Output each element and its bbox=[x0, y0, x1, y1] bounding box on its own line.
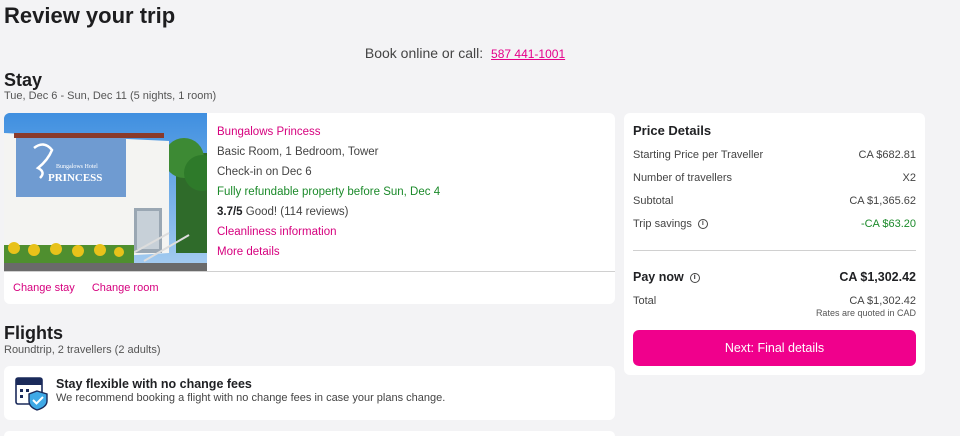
sign-text-large: PRINCESS bbox=[48, 172, 102, 184]
flights-title: Flights bbox=[4, 323, 63, 343]
pay-now-row: Pay now i CA $1,302.42 bbox=[633, 270, 916, 284]
change-room-link[interactable]: Change room bbox=[92, 282, 159, 294]
price-row-label: Number of travellers bbox=[633, 172, 733, 184]
rates-note: Rates are quoted in CAD bbox=[815, 308, 916, 318]
price-row-per-traveller: Starting Price per Traveller CA $682.81 bbox=[633, 149, 916, 161]
sign-text-small: Bungalows Hotel bbox=[56, 164, 98, 170]
price-row-label: Starting Price per Traveller bbox=[633, 149, 764, 161]
next-final-details-button[interactable]: Next: Final details bbox=[633, 330, 916, 366]
price-row-savings: Trip savings i -CA $63.20 bbox=[633, 218, 916, 230]
cleanliness-link[interactable]: Cleanliness information bbox=[217, 222, 440, 242]
price-row-value: CA $1,365.62 bbox=[849, 195, 916, 207]
calendar-shield-icon bbox=[15, 377, 48, 411]
hotel-actions: Change stay Change room bbox=[13, 282, 172, 294]
phone-link[interactable]: 587 441-1001 bbox=[491, 47, 565, 61]
info-icon[interactable]: i bbox=[689, 272, 700, 283]
savings-value: -CA $63.20 bbox=[860, 218, 916, 230]
pay-now-label: Pay now bbox=[633, 270, 684, 284]
price-row-label: Trip savings bbox=[633, 218, 692, 230]
stay-title: Stay bbox=[4, 70, 43, 90]
rating-row: 3.7/5 Good! (114 reviews) bbox=[217, 202, 440, 222]
flex-description: We recommend booking a flight with no ch… bbox=[56, 392, 446, 404]
hotel-photo: Bungalows Hotel PRINCESS bbox=[4, 113, 207, 271]
checkin-date: Check-in on Dec 6 bbox=[217, 166, 312, 178]
change-stay-link[interactable]: Change stay bbox=[13, 282, 75, 294]
hotel-name-link[interactable]: Bungalows Princess bbox=[217, 122, 440, 142]
next-card-peek bbox=[4, 431, 615, 436]
hotel-card: Bungalows Hotel PRINCESS Bungalows Princ… bbox=[4, 113, 615, 304]
page-title: Review your trip bbox=[4, 3, 176, 28]
total-label: Total bbox=[633, 295, 657, 307]
rating-score: 3.7/5 bbox=[217, 206, 243, 218]
price-row-subtotal: Subtotal CA $1,365.62 bbox=[633, 195, 916, 207]
price-row-travellers: Number of travellers X2 bbox=[633, 172, 916, 184]
book-prefix: Book online or call: bbox=[364, 45, 484, 61]
price-details-card: Price Details Starting Price per Travell… bbox=[624, 113, 925, 375]
stay-dates: Tue, Dec 6 - Sun, Dec 11 (5 nights, 1 ro… bbox=[4, 90, 217, 102]
total-value: CA $1,302.42 bbox=[849, 295, 916, 307]
book-call-row: Book online or call: 587 441-1001 bbox=[0, 45, 930, 61]
total-row: Total CA $1,302.42 bbox=[633, 295, 916, 307]
hotel-info: Bungalows Princess Basic Room, 1 Bedroom… bbox=[217, 122, 440, 262]
price-title: Price Details bbox=[633, 123, 712, 138]
rating-text: Good! (114 reviews) bbox=[245, 206, 349, 218]
flights-subtitle: Roundtrip, 2 travellers (2 adults) bbox=[4, 344, 161, 356]
flex-title: Stay flexible with no change fees bbox=[56, 377, 252, 391]
flex-fees-card: Stay flexible with no change fees We rec… bbox=[4, 366, 615, 420]
more-details-link[interactable]: More details bbox=[217, 242, 440, 262]
price-row-label: Subtotal bbox=[633, 195, 674, 207]
refund-policy: Fully refundable property before Sun, De… bbox=[217, 186, 441, 198]
info-icon[interactable]: i bbox=[697, 219, 708, 230]
hotel-divider bbox=[4, 271, 615, 272]
room-type: Basic Room, 1 Bedroom, Tower bbox=[217, 146, 379, 158]
price-row-value: CA $682.81 bbox=[858, 149, 917, 161]
hotel-image[interactable]: Bungalows Hotel PRINCESS bbox=[4, 113, 207, 271]
pay-now-value: CA $1,302.42 bbox=[839, 270, 916, 284]
price-divider bbox=[633, 250, 916, 251]
price-row-value: X2 bbox=[902, 172, 916, 184]
